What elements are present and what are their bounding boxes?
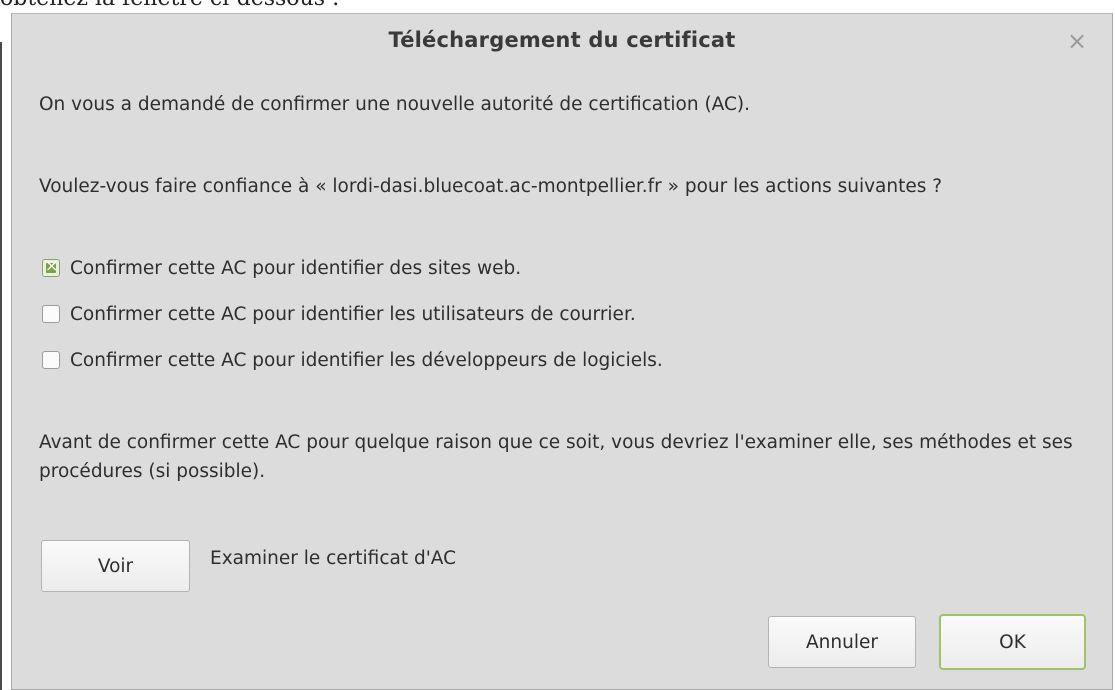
cancel-button[interactable]: Annuler bbox=[768, 616, 916, 668]
certificate-download-dialog: Téléchargement du certificat × On vous a… bbox=[11, 13, 1113, 690]
websites-checkbox[interactable] bbox=[42, 257, 60, 277]
option-label: Confirmer cette AC pour identifier les u… bbox=[70, 303, 636, 325]
developers-checkbox[interactable] bbox=[42, 351, 60, 369]
close-icon[interactable]: × bbox=[1066, 29, 1088, 53]
option-software-developers[interactable]: Confirmer cette AC pour identifier les d… bbox=[42, 346, 663, 374]
mail-users-checkbox[interactable] bbox=[42, 305, 60, 323]
dialog-titlebar[interactable]: Téléchargement du certificat × bbox=[12, 14, 1112, 74]
warning-text: Avant de confirmer cette AC pour quelque… bbox=[39, 432, 1073, 482]
option-websites[interactable]: Confirmer cette AC pour identifier des s… bbox=[42, 254, 521, 282]
view-button[interactable]: Voir bbox=[41, 540, 190, 592]
trust-question: Voulez-vous faire confiance à « lordi-da… bbox=[39, 176, 943, 197]
option-mail-users[interactable]: Confirmer cette AC pour identifier les u… bbox=[42, 300, 636, 328]
intro-text: On vous a demandé de confirmer une nouve… bbox=[39, 94, 751, 115]
option-label: Confirmer cette AC pour identifier des s… bbox=[70, 257, 522, 279]
background-edge bbox=[0, 42, 2, 690]
ok-button[interactable]: OK bbox=[939, 614, 1086, 670]
option-label: Confirmer cette AC pour identifier les d… bbox=[70, 349, 663, 371]
dialog-title: Téléchargement du certificat bbox=[388, 28, 736, 52]
background-caption: obtenez la fenêtre ci-dessous : bbox=[0, 0, 339, 11]
view-description: Examiner le certificat d'AC bbox=[210, 548, 457, 569]
